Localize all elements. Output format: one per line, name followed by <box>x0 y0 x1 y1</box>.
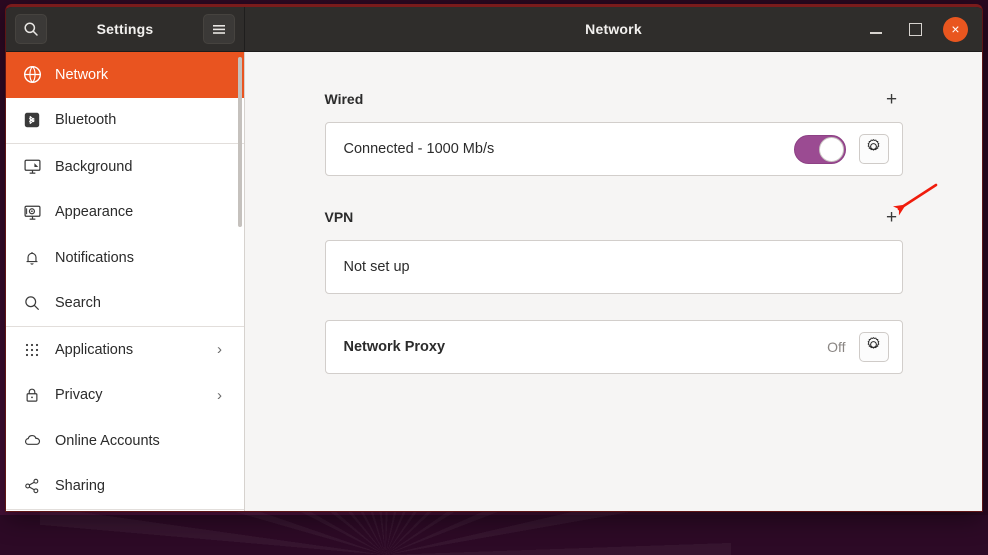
wired-connection-card: Connected - 1000 Mb/s <box>325 122 903 176</box>
sidebar-item-online-accounts[interactable]: Online Accounts <box>6 418 244 464</box>
wired-title: Wired <box>325 91 364 107</box>
close-button[interactable]: × <box>943 17 968 42</box>
network-settings-panel: Wired + Connected - 1000 Mb/s <box>245 52 982 511</box>
bluetooth-icon <box>22 110 42 130</box>
sidebar-item-label: Notifications <box>55 250 134 266</box>
sidebar-item-applications[interactable]: Applications › <box>6 327 244 373</box>
minimize-button[interactable] <box>865 18 887 40</box>
section-spacer <box>325 294 903 320</box>
sidebar-item-privacy[interactable]: Privacy › <box>6 373 244 419</box>
main-header: Network × <box>245 7 982 51</box>
vpn-title: VPN <box>325 209 354 225</box>
app-title: Settings <box>97 21 154 37</box>
vpn-status-label: Not set up <box>344 259 889 275</box>
chevron-right-icon: › <box>217 342 222 357</box>
network-proxy-label: Network Proxy <box>344 339 828 355</box>
wired-status-label: Connected - 1000 Mb/s <box>344 141 794 157</box>
cloud-icon <box>22 431 42 451</box>
gear-icon <box>865 336 882 358</box>
settings-window: Settings Network × <box>5 4 983 512</box>
window-controls: × <box>865 7 968 51</box>
sidebar-item-label: Applications <box>55 342 133 358</box>
sidebar-item-label: Background <box>55 159 132 175</box>
proxy-controls: Off <box>827 332 888 362</box>
sidebar-item-label: Network <box>55 67 108 83</box>
window-body: Network Bluetooth <box>6 52 982 511</box>
sidebar-item-label: Appearance <box>55 204 133 220</box>
sidebar-item-label: Search <box>55 295 101 311</box>
wired-settings-button[interactable] <box>859 134 889 164</box>
sidebar-item-search[interactable]: Search <box>6 281 244 327</box>
sidebar-item-label: Online Accounts <box>55 433 160 449</box>
wired-section-header: Wired + <box>325 88 903 110</box>
sidebar-item-sharing[interactable]: Sharing <box>6 464 244 510</box>
sidebar-item-label: Sharing <box>55 478 105 494</box>
page-title: Network <box>585 21 642 37</box>
sidebar-item-label: Bluetooth <box>55 112 116 128</box>
sidebar-divider <box>6 509 244 510</box>
sidebar-scrollbar[interactable] <box>238 57 242 227</box>
wired-toggle[interactable] <box>794 135 846 164</box>
search-icon[interactable] <box>15 14 47 44</box>
appearance-icon <box>22 202 42 222</box>
sidebar-header: Settings <box>6 7 245 51</box>
vpn-card: Not set up <box>325 240 903 294</box>
vpn-section-header: VPN + <box>325 206 903 228</box>
proxy-state-label: Off <box>827 339 845 355</box>
sidebar-item-network[interactable]: Network <box>6 52 244 98</box>
chevron-right-icon: › <box>217 388 222 403</box>
proxy-settings-button[interactable] <box>859 332 889 362</box>
settings-sidebar: Network Bluetooth <box>6 52 245 511</box>
grid-dots-icon <box>22 340 42 360</box>
lock-icon <box>22 385 42 405</box>
sidebar-item-background[interactable]: Background <box>6 144 244 190</box>
hamburger-menu-icon[interactable] <box>203 14 235 44</box>
sidebar-item-bluetooth[interactable]: Bluetooth <box>6 98 244 144</box>
maximize-button[interactable] <box>904 18 926 40</box>
add-vpn-button[interactable]: + <box>881 206 903 228</box>
magnifier-icon <box>22 293 42 313</box>
bell-icon <box>22 248 42 268</box>
window-titlebar: Settings Network × <box>6 7 982 52</box>
gear-icon <box>865 138 882 160</box>
sidebar-item-appearance[interactable]: Appearance <box>6 190 244 236</box>
sidebar-item-notifications[interactable]: Notifications <box>6 235 244 281</box>
share-nodes-icon <box>22 476 42 496</box>
toggle-knob <box>819 137 844 162</box>
network-proxy-card: Network Proxy Off <box>325 320 903 374</box>
display-icon <box>22 157 42 177</box>
section-spacer <box>325 176 903 206</box>
panel-inner: Wired + Connected - 1000 Mb/s <box>325 88 903 374</box>
add-wired-button[interactable]: + <box>881 88 903 110</box>
sidebar-item-label: Privacy <box>55 387 103 403</box>
globe-icon <box>22 65 42 85</box>
wired-controls <box>794 134 889 164</box>
